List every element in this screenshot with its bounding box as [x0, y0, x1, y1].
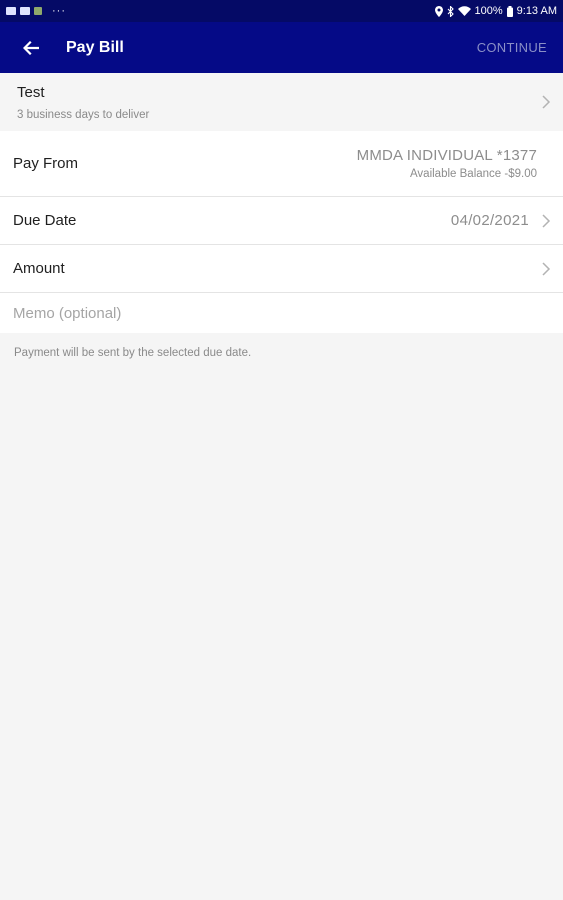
pay-from-account: MMDA INDIVIDUAL *1377 — [356, 147, 537, 164]
back-button[interactable] — [21, 38, 41, 58]
more-notifications-indicator: ··· — [52, 5, 66, 17]
app-notification-icon — [34, 7, 42, 15]
pay-from-label: Pay From — [13, 155, 79, 172]
due-date-row[interactable]: Due Date 04/02/2021 — [0, 197, 563, 245]
available-balance: Available Balance -$9.00 — [409, 168, 537, 180]
location-icon — [434, 5, 443, 17]
chevron-right-icon — [542, 214, 551, 228]
notification-icons: ··· — [6, 5, 66, 17]
image-notification-icon — [6, 7, 16, 15]
clock: 9:13 AM — [516, 5, 557, 17]
message-notification-icon — [20, 7, 30, 15]
battery-percent: 100% — [474, 5, 503, 17]
payee-row[interactable]: Test 3 business days to deliver — [0, 73, 563, 131]
amount-label: Amount — [13, 260, 65, 277]
due-date-note: Payment will be sent by the selected due… — [14, 347, 252, 359]
bluetooth-icon — [447, 5, 454, 17]
back-arrow-icon — [23, 40, 39, 55]
chevron-right-icon — [542, 262, 551, 276]
chevron-right-icon — [542, 95, 551, 109]
battery-icon — [506, 5, 513, 17]
due-date-value: 04/02/2021 — [450, 212, 529, 229]
wifi-icon — [457, 6, 471, 16]
status-bar: ··· 100% 9:13 AM — [0, 0, 563, 22]
payee-delivery-time: 3 business days to deliver — [17, 109, 150, 121]
pay-from-row[interactable]: Pay From MMDA INDIVIDUAL *1377 Available… — [0, 131, 563, 197]
memo-input[interactable] — [13, 302, 513, 324]
amount-row[interactable]: Amount — [0, 245, 563, 293]
due-date-label: Due Date — [13, 212, 77, 229]
app-bar: Pay Bill CONTINUE — [0, 22, 563, 73]
page-title: Pay Bill — [66, 38, 124, 56]
payee-name: Test — [17, 84, 45, 101]
memo-row — [0, 293, 563, 333]
continue-button[interactable]: CONTINUE — [477, 40, 547, 55]
system-icons: 100% 9:13 AM — [434, 5, 557, 17]
